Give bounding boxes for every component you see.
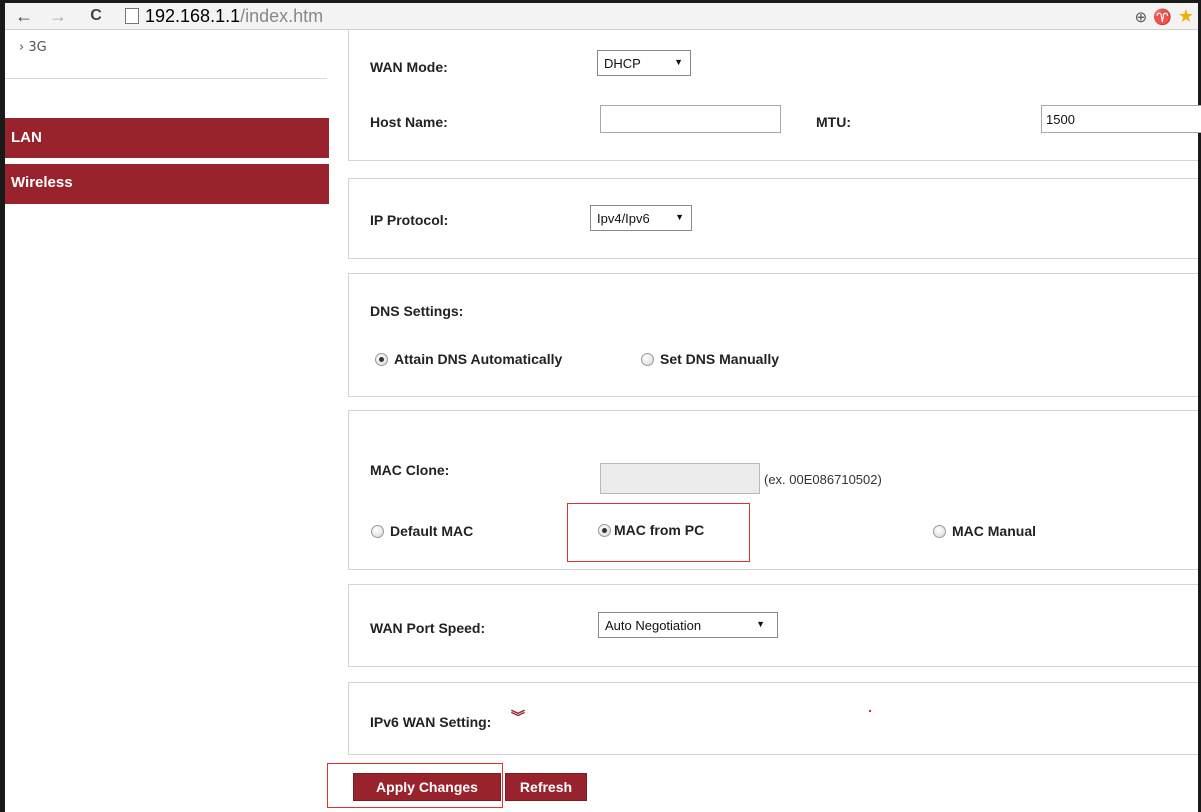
dns-manual-radio[interactable]: Set DNS Manually [641, 351, 779, 367]
ip-protocol-value: Ipv4/Ipv6 [597, 210, 650, 226]
sidebar-item-3g[interactable]: › 3G [19, 40, 47, 55]
sidebar-item-lan[interactable]: LAN [5, 118, 329, 158]
ip-protocol-panel: IP Protocol: Ipv4/Ipv6 ▼ [348, 178, 1198, 259]
back-icon[interactable]: ← [13, 5, 35, 27]
wan-mode-label: WAN Mode: [370, 59, 448, 75]
mac-clone-input[interactable] [600, 463, 760, 494]
dropdown-arrow-icon: ▼ [756, 619, 765, 629]
host-name-input[interactable] [600, 105, 781, 133]
mac-manual-label: MAC Manual [952, 523, 1036, 539]
address-bar[interactable]: 192.168.1.1/index.htm [125, 5, 1145, 27]
radio-unselected-icon [933, 524, 946, 538]
page-document-icon [125, 8, 139, 24]
mac-from-pc-highlight [567, 503, 750, 562]
forward-icon[interactable]: → [47, 5, 69, 27]
dropdown-arrow-icon: ▼ [674, 57, 683, 67]
wan-port-speed-panel: WAN Port Speed: Auto Negotiation ▼ [348, 584, 1198, 667]
wan-mode-value: DHCP [604, 55, 641, 71]
sidebar-item-label: LAN [11, 129, 42, 146]
mac-manual-radio[interactable]: MAC Manual [933, 523, 1036, 539]
wan-mode-select[interactable]: DHCP ▼ [597, 50, 691, 76]
sidebar-item-wireless[interactable]: Wireless [5, 164, 329, 204]
reload-icon[interactable]: C [85, 5, 107, 27]
radio-unselected-icon [371, 524, 384, 538]
default-mac-radio[interactable]: Default MAC [371, 523, 473, 539]
mac-clone-panel: MAC Clone: (ex. 00E086710502) Default MA… [348, 410, 1198, 570]
default-mac-label: Default MAC [390, 523, 474, 539]
mtu-input[interactable]: 1500 [1041, 105, 1201, 133]
dns-manual-label: Set DNS Manually [660, 351, 780, 367]
ipv6-wan-panel: IPv6 WAN Setting: ︾ [348, 682, 1198, 755]
dns-auto-radio[interactable]: Attain DNS Automatically [375, 351, 562, 367]
ip-protocol-select[interactable]: Ipv4/Ipv6 ▼ [590, 205, 692, 231]
dropdown-arrow-icon: ▼ [675, 212, 684, 222]
sidebar-divider [5, 78, 327, 79]
zoom-icon[interactable]: ⊕ [1135, 8, 1148, 26]
bookmark-star-icon[interactable]: ★ [1178, 6, 1194, 27]
expand-chevron-icon[interactable]: ︾ [511, 710, 525, 724]
mtu-label: MTU: [816, 114, 851, 130]
dns-auto-label: Attain DNS Automatically [394, 351, 563, 367]
host-name-label: Host Name: [370, 114, 448, 130]
url-path: /index.htm [240, 5, 324, 26]
url-host: 192.168.1.1 [145, 5, 241, 26]
radio-unselected-icon [641, 352, 654, 366]
radio-selected-icon [375, 352, 388, 366]
browser-toolbar: ← → C 192.168.1.1/index.htm ⊕ ♈ ★ [5, 3, 1198, 30]
decorative-dot [869, 710, 871, 712]
wan-port-speed-label: WAN Port Speed: [370, 620, 486, 636]
mac-clone-label: MAC Clone: [370, 462, 450, 478]
wan-port-speed-value: Auto Negotiation [605, 617, 702, 633]
wan-port-speed-select[interactable]: Auto Negotiation ▼ [598, 612, 778, 638]
dns-settings-panel: DNS Settings: Attain DNS Automatically S… [348, 273, 1198, 397]
refresh-button[interactable]: Refresh [505, 773, 587, 801]
wan-mode-panel: WAN Mode: DHCP ▼ Host Name: MTU: 1500 [348, 30, 1201, 161]
apply-changes-highlight [327, 763, 503, 808]
ip-protocol-label: IP Protocol: [370, 212, 449, 228]
sidebar-item-label: Wireless [11, 174, 73, 191]
dns-settings-label: DNS Settings: [370, 303, 464, 319]
toolbar-icons: ⊕ ♈ ★ [1135, 6, 1194, 27]
key-icon[interactable]: ♈ [1153, 8, 1172, 26]
sidebar: › 3G LAN Wireless [5, 30, 329, 812]
ipv6-wan-label: IPv6 WAN Setting: [370, 714, 492, 730]
mac-example-hint: (ex. 00E086710502) [764, 472, 882, 487]
